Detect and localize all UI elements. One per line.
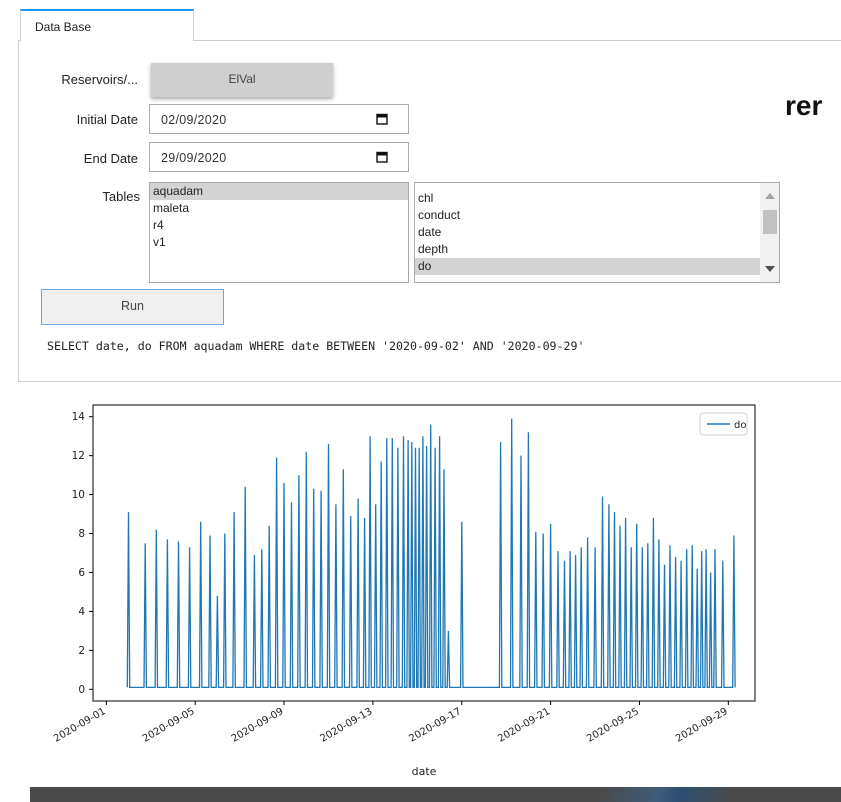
y-tick-label: 12 xyxy=(72,450,85,462)
reservoir-dropdown-button[interactable]: ElVal xyxy=(151,63,333,97)
x-axis-label: date xyxy=(412,765,437,778)
list-item[interactable]: v1 xyxy=(150,234,408,251)
reservoirs-label: Reservoirs/... xyxy=(61,72,138,87)
list-item[interactable]: chl xyxy=(415,190,779,207)
y-tick-label: 6 xyxy=(78,567,85,579)
y-tick-label: 2 xyxy=(78,645,85,657)
x-tick-label: 2020-09-05 xyxy=(141,706,197,745)
x-tick-label: 2020-09-17 xyxy=(407,706,463,745)
legend: do xyxy=(699,412,748,436)
y-tick-label: 0 xyxy=(78,684,85,696)
series-line-do xyxy=(126,418,736,689)
scroll-thumb[interactable] xyxy=(763,210,777,234)
scroll-up-icon[interactable] xyxy=(765,193,775,199)
initial-date-value: 02/09/2020 xyxy=(161,113,227,127)
legend-label: do xyxy=(734,420,746,431)
end-date-field[interactable]: 29/09/2020 xyxy=(149,142,409,172)
list-item[interactable]: conduct xyxy=(415,207,779,224)
x-tick-label: 2020-09-13 xyxy=(319,706,375,745)
tables-label: Tables xyxy=(102,189,140,204)
list-item[interactable]: depth xyxy=(415,241,779,258)
do-line-chart: 0 2 4 6 8 10 12 14 2020-09-01 2020-09-05 2020-09-0… xyxy=(52,404,756,778)
end-date-value: 29/09/2020 xyxy=(161,151,227,165)
calendar-icon[interactable] xyxy=(376,113,388,125)
x-tick-label: 2020-09-21 xyxy=(496,706,552,745)
initial-date-field[interactable]: 02/09/2020 xyxy=(149,104,409,134)
y-tick-label: 10 xyxy=(72,489,85,501)
x-tick-label: 2020-09-09 xyxy=(230,706,286,745)
y-tick-label: 14 xyxy=(72,411,86,423)
x-tick-label: 2020-09-29 xyxy=(674,706,730,745)
x-tick-label: 2020-09-25 xyxy=(585,706,641,745)
columns-listbox[interactable]: chl conduct date depth do xyxy=(414,182,780,283)
list-item[interactable]: aquadam xyxy=(150,183,408,200)
list-item[interactable]: do xyxy=(415,258,779,275)
x-tick-label: 2020-09-01 xyxy=(52,706,108,745)
bottom-accent xyxy=(600,787,730,802)
end-date-label: End Date xyxy=(83,151,138,166)
tab-join xyxy=(21,39,193,42)
list-item[interactable]: r4 xyxy=(150,217,408,234)
tab-label: Data Base xyxy=(35,20,92,34)
list-item[interactable]: date xyxy=(415,224,779,241)
sql-query-text: SELECT date, do FROM aquadam WHERE date … xyxy=(47,339,585,353)
overlay-heading-fragment: rer xyxy=(785,90,823,121)
run-button[interactable]: Run xyxy=(41,289,224,325)
tab-data-base[interactable]: Data Base xyxy=(20,9,194,41)
scroll-down-icon[interactable] xyxy=(765,266,775,272)
initial-date-label: Initial Date xyxy=(76,112,138,127)
list-item[interactable]: maleta xyxy=(150,200,408,217)
y-tick-label: 8 xyxy=(78,528,85,540)
calendar-icon[interactable] xyxy=(376,151,388,163)
y-tick-label: 4 xyxy=(78,606,85,618)
scrollbar[interactable] xyxy=(760,183,779,282)
tables-listbox[interactable]: aquadam maleta r4 v1 xyxy=(149,182,409,283)
